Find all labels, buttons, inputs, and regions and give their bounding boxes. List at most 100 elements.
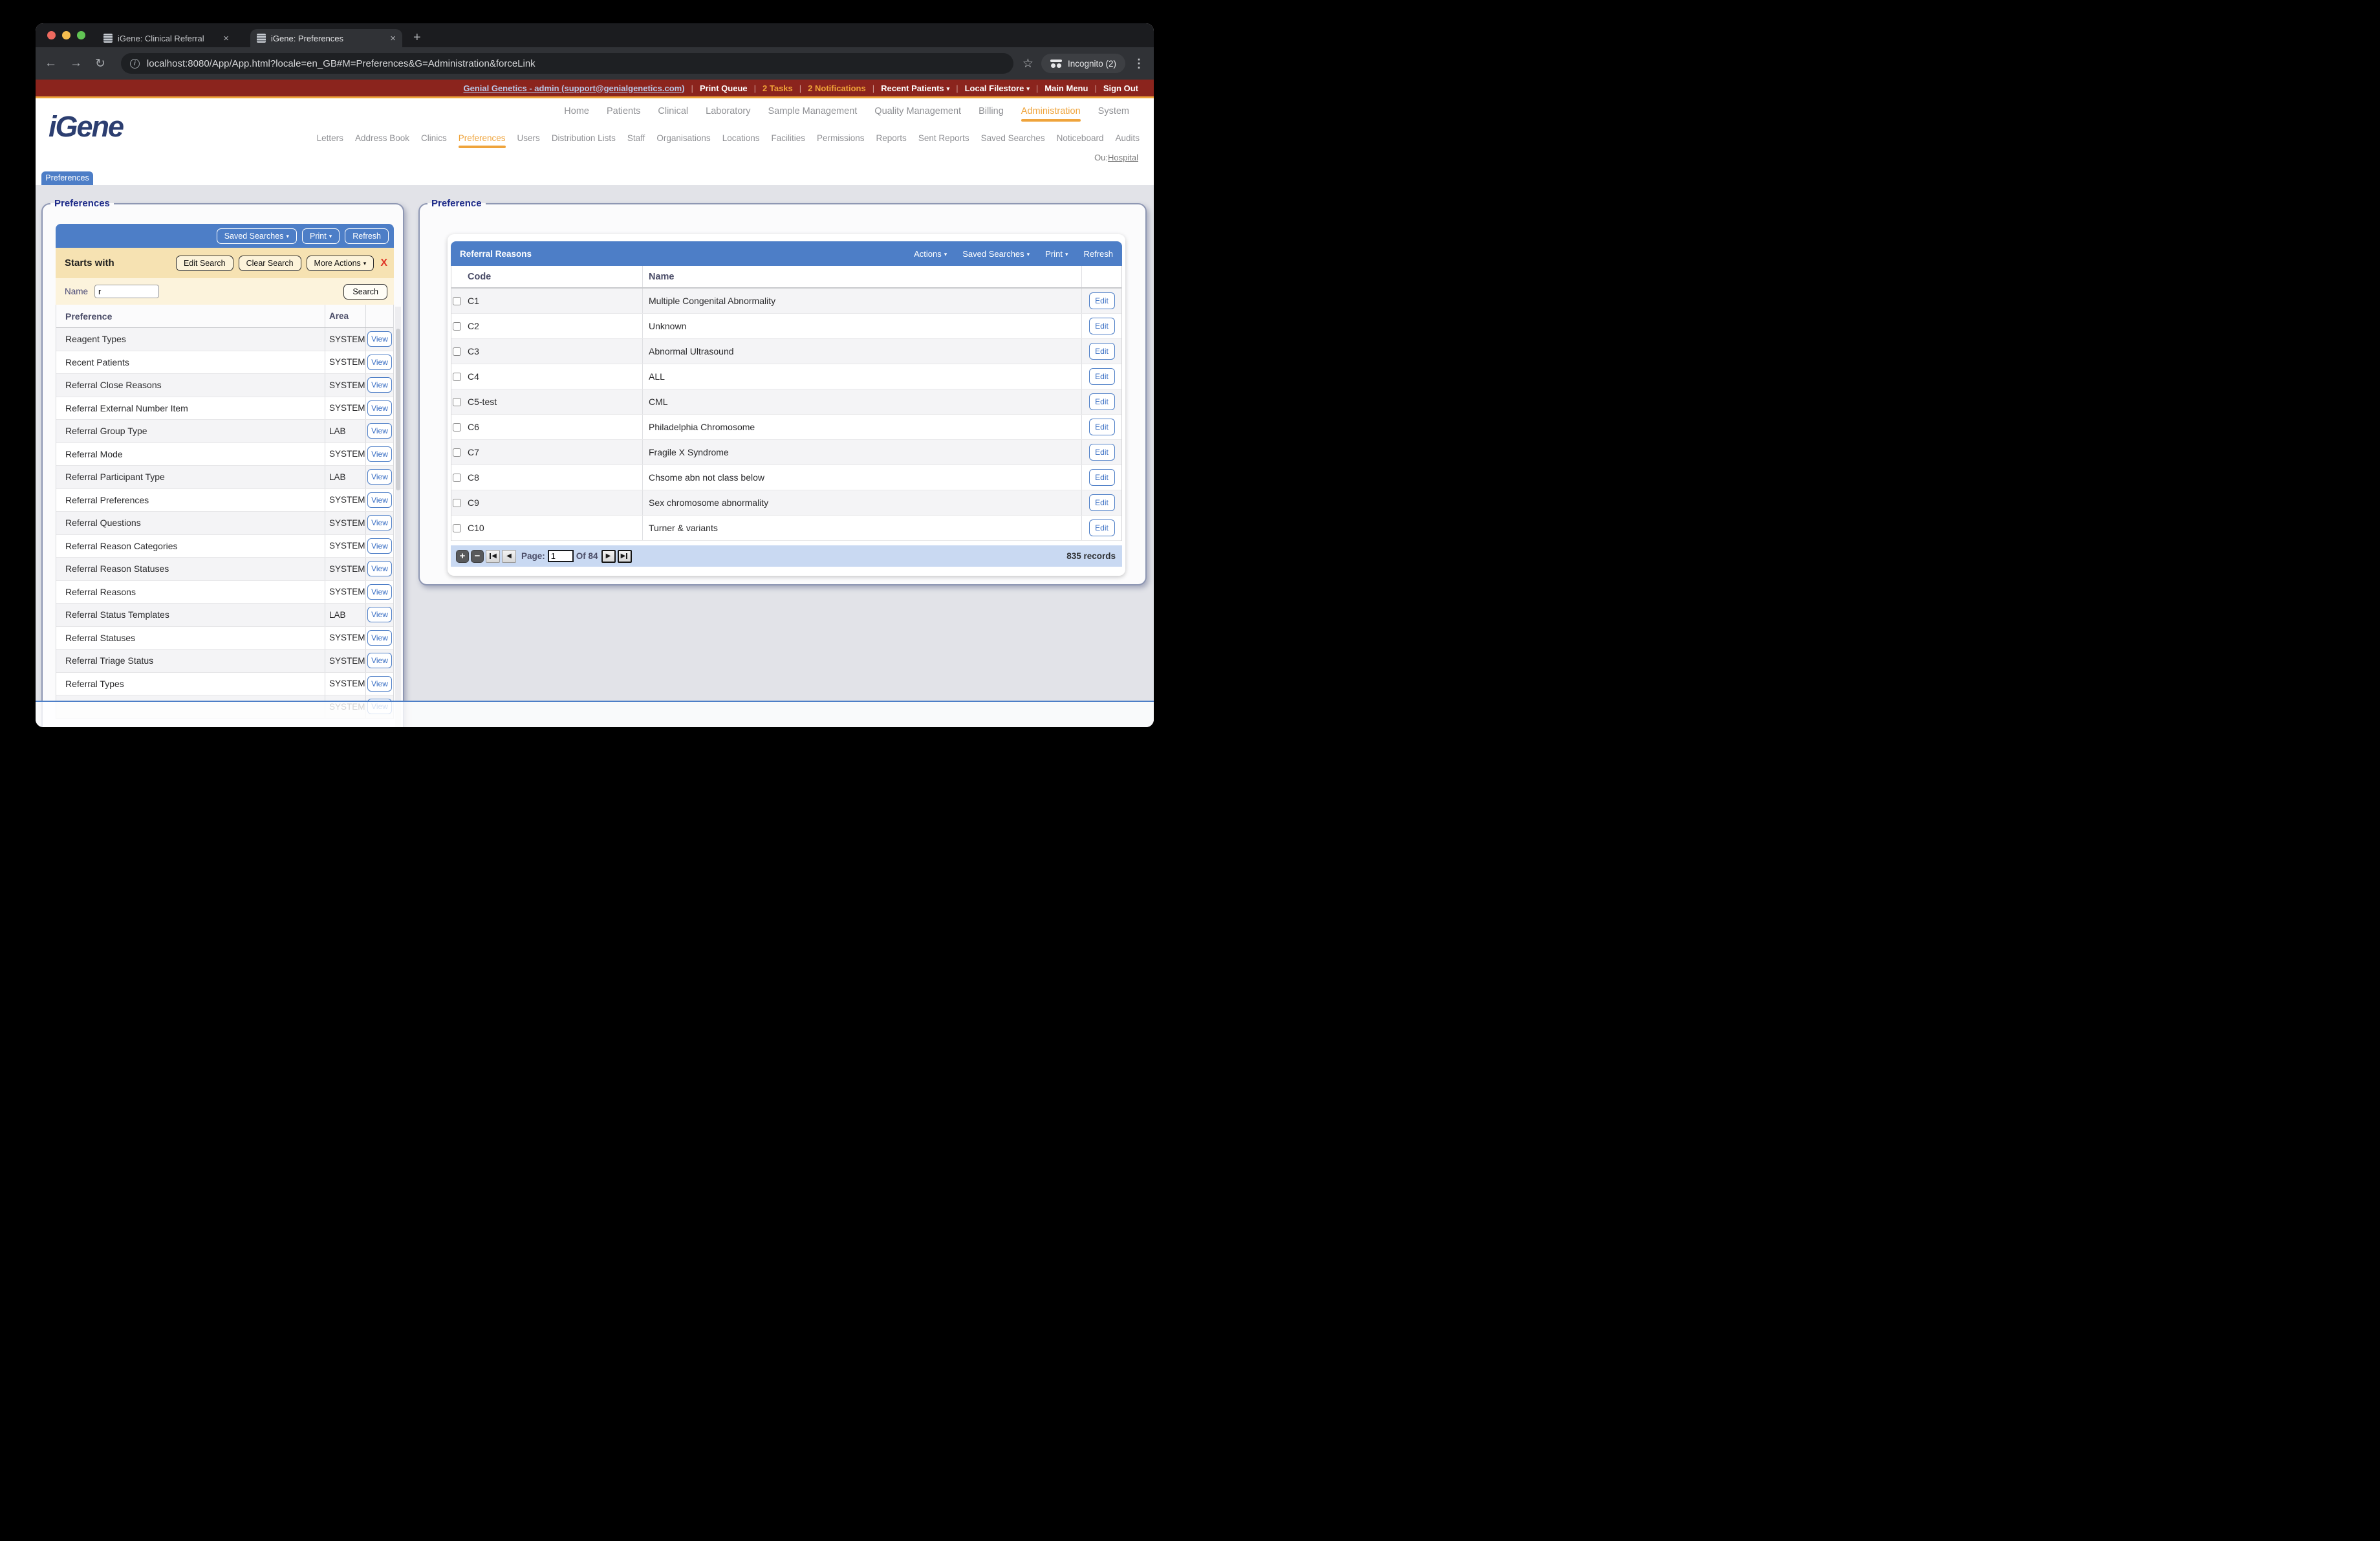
clear-search-button[interactable]: Clear Search [239,256,301,271]
bookmark-star-icon[interactable]: ☆ [1022,56,1033,71]
secondary-nav-item-facilities[interactable]: Facilities [771,133,805,143]
back-icon[interactable]: ← [45,56,57,71]
row-checkbox[interactable] [453,322,461,331]
first-page-button[interactable]: ◀ [486,550,500,563]
card-menu-saved-searches[interactable]: Saved Searches▾ [962,249,1030,259]
more-actions-button[interactable]: More Actions▾ [307,256,374,271]
view-button[interactable]: View [367,400,392,416]
edit-button[interactable]: Edit [1089,343,1115,360]
view-button[interactable]: View [367,446,392,462]
row-checkbox[interactable] [453,448,461,457]
card-menu-refresh[interactable]: Refresh [1083,249,1113,259]
primary-nav-item-home[interactable]: Home [564,106,589,116]
next-page-button[interactable]: ▶ [601,550,616,563]
view-button[interactable]: View [367,584,392,600]
view-button[interactable]: View [367,538,392,554]
secondary-nav-item-letters[interactable]: Letters [317,133,343,143]
row-checkbox[interactable] [453,474,461,482]
primary-nav-item-patients[interactable]: Patients [607,106,640,116]
sign-out-link[interactable]: Sign Out [1103,83,1138,93]
tab-close-icon[interactable]: × [390,34,396,43]
secondary-nav-item-saved-searches[interactable]: Saved Searches [981,133,1045,143]
search-button[interactable]: Search [343,284,387,300]
row-checkbox[interactable] [453,347,461,356]
view-button[interactable]: View [367,676,392,692]
view-button[interactable]: View [367,607,392,622]
edit-button[interactable]: Edit [1089,419,1115,435]
tab-close-icon[interactable]: × [223,34,229,43]
secondary-nav-item-locations[interactable]: Locations [722,133,760,143]
name-input[interactable] [94,285,159,298]
primary-nav-item-quality-management[interactable]: Quality Management [874,106,961,116]
secondary-nav-item-sent-reports[interactable]: Sent Reports [918,133,969,143]
previous-page-button[interactable]: ◀ [502,550,516,563]
edit-search-button[interactable]: Edit Search [176,256,233,271]
primary-nav-item-billing[interactable]: Billing [979,106,1004,116]
secondary-nav-item-address-book[interactable]: Address Book [355,133,409,143]
secondary-nav-item-reports[interactable]: Reports [876,133,907,143]
row-checkbox[interactable] [453,524,461,532]
secondary-nav-item-organisations[interactable]: Organisations [656,133,710,143]
edit-button[interactable]: Edit [1089,318,1115,334]
tab-preferences[interactable]: iGene: Preferences × [250,29,402,47]
view-button[interactable]: View [367,331,392,347]
secondary-nav-item-noticeboard[interactable]: Noticeboard [1057,133,1104,143]
primary-nav-item-sample-management[interactable]: Sample Management [768,106,857,116]
row-checkbox[interactable] [453,499,461,507]
forward-icon[interactable]: → [70,56,82,71]
main-menu-link[interactable]: Main Menu [1044,83,1088,93]
view-button[interactable]: View [367,377,392,393]
account-link[interactable]: Genial Genetics - admin (support@genialg… [463,83,684,93]
maximize-window-button[interactable] [77,31,85,39]
ou-hospital-link[interactable]: Hospital [1108,153,1138,162]
row-checkbox[interactable] [453,373,461,381]
view-button[interactable]: View [367,515,392,530]
page-tab-preferences[interactable]: Preferences [41,171,93,185]
view-button[interactable]: View [367,355,392,370]
secondary-nav-item-permissions[interactable]: Permissions [817,133,865,143]
add-page-size-button[interactable]: + [456,550,469,563]
row-checkbox[interactable] [453,398,461,406]
reload-icon[interactable]: ↻ [95,56,105,71]
recent-patients-menu[interactable]: Recent Patients▾ [881,83,949,93]
card-menu-print[interactable]: Print▾ [1045,249,1068,259]
address-bar[interactable]: i localhost:8080/App/App.html?locale=en_… [121,53,1013,74]
secondary-nav-item-staff[interactable]: Staff [627,133,645,143]
edit-button[interactable]: Edit [1089,494,1115,511]
view-button[interactable]: View [367,469,392,485]
view-button[interactable]: View [367,653,392,668]
view-button[interactable]: View [367,492,392,508]
minimize-window-button[interactable] [62,31,70,39]
secondary-nav-item-clinics[interactable]: Clinics [421,133,447,143]
browser-menu-icon[interactable]: ⋮ [1133,57,1145,71]
edit-button[interactable]: Edit [1089,519,1115,536]
secondary-nav-item-audits[interactable]: Audits [1115,133,1140,143]
secondary-nav-item-distribution-lists[interactable]: Distribution Lists [552,133,616,143]
tab-clinical-referral[interactable]: iGene: Clinical Referral × [97,29,235,47]
edit-button[interactable]: Edit [1089,292,1115,309]
new-tab-button[interactable]: + [413,30,421,45]
view-button[interactable]: View [367,561,392,576]
primary-nav-item-administration[interactable]: Administration [1021,106,1081,116]
close-search-icon[interactable]: X [380,257,387,269]
saved-searches-button[interactable]: Saved Searches▾ [217,228,297,244]
edit-button[interactable]: Edit [1089,444,1115,461]
edit-button[interactable]: Edit [1089,368,1115,385]
notifications-link[interactable]: 2 Notifications [808,83,866,93]
secondary-nav-item-users[interactable]: Users [517,133,540,143]
site-info-icon[interactable]: i [130,59,140,69]
row-checkbox[interactable] [453,297,461,305]
primary-nav-item-clinical[interactable]: Clinical [658,106,688,116]
remove-page-size-button[interactable]: − [471,550,484,563]
tasks-link[interactable]: 2 Tasks [763,83,793,93]
panel-scrollbar[interactable] [395,307,401,727]
refresh-button[interactable]: Refresh [345,228,389,244]
close-window-button[interactable] [47,31,56,39]
view-button[interactable]: View [367,423,392,439]
primary-nav-item-system[interactable]: System [1098,106,1129,116]
local-filestore-menu[interactable]: Local Filestore▾ [965,83,1030,93]
view-button[interactable]: View [367,630,392,646]
last-page-button[interactable]: ▶ [618,550,632,563]
secondary-nav-item-preferences[interactable]: Preferences [459,133,506,143]
scrollbar-thumb[interactable] [396,329,400,490]
